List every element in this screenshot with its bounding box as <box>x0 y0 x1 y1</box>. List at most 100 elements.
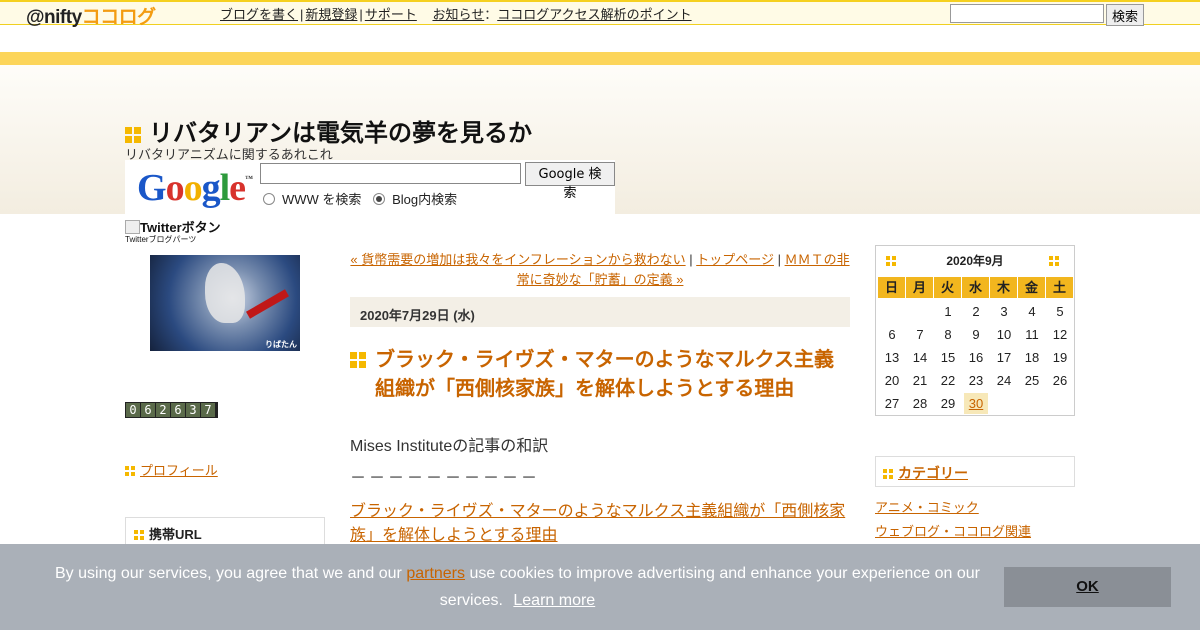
top-page-link[interactable]: トップページ <box>696 252 774 267</box>
logo-prefix: @nifty <box>26 7 82 28</box>
google-search-input[interactable] <box>260 163 521 184</box>
counter-digit: 3 <box>186 403 200 417</box>
calendar-blank <box>906 300 934 323</box>
bullet-squares-icon <box>883 469 893 479</box>
avatar-wing-shape <box>205 263 245 323</box>
radio-www[interactable] <box>263 193 275 205</box>
nav-support[interactable]: サポート <box>365 7 417 22</box>
calendar-day: 5 <box>1056 304 1064 319</box>
category-list: アニメ・コミック ウェブログ・ココログ関連 <box>875 496 1031 544</box>
search-scope: WWW を検索 Blog内検索 <box>263 189 457 208</box>
top-bar: @niftyココログ ブログを書く | 新規登録 | サポート お知らせ：ココログアクセ… <box>0 0 1200 28</box>
calendar-day: 13 <box>884 350 900 365</box>
calendar-day-link[interactable]: 30 <box>969 396 983 411</box>
google-search-button[interactable]: Google 検索 <box>525 162 615 201</box>
calendar-grid: 日月火水木金土 1 2 3 4 5 6 7 8 9 10 11 12 13 14 15 16 17 18 19 20 21… <box>878 277 1074 415</box>
calendar-next-icon[interactable] <box>1049 256 1059 266</box>
header-stripe <box>0 52 1200 65</box>
top-search-button[interactable]: 検索 <box>1106 4 1145 26</box>
nav-news[interactable]: お知らせ <box>432 7 484 22</box>
calendar-day: 28 <box>912 396 928 411</box>
post-body: Mises Instituteの記事の和訳 －－－－－－－－－－ ブラック・ライ… <box>350 436 850 548</box>
google-search-box: Google™ Google 検索 WWW を検索 Blog内検索 <box>125 160 615 214</box>
calendar-day[interactable]: 30 <box>964 393 988 414</box>
calendar-day: 2 <box>972 304 980 319</box>
category-heading-link[interactable]: カテゴリー <box>898 465 968 481</box>
calendar-day: 15 <box>940 350 956 365</box>
top-search-input[interactable] <box>950 4 1104 23</box>
counter-digit: 2 <box>156 403 170 417</box>
calendar-day: 18 <box>1024 350 1040 365</box>
calendar-day: 23 <box>968 373 984 388</box>
calendar-day: 9 <box>972 327 980 342</box>
calendar-weekday: 土 <box>1046 277 1073 298</box>
twitter-parts-label: Twitterブログパーツ <box>125 235 197 244</box>
blog-title-text: リバタリアンは電気羊の夢を見るか <box>149 120 533 147</box>
avatar-guitar-shape <box>246 289 289 319</box>
calendar-day: 12 <box>1052 327 1068 342</box>
nav-separator: | <box>773 252 785 267</box>
news-link[interactable]: ココログアクセス解析のポイント <box>497 7 691 22</box>
bullet-squares-icon <box>125 466 135 476</box>
calendar-day: 14 <box>912 350 928 365</box>
partners-link[interactable]: partners <box>406 565 465 582</box>
top-nav: ブログを書く | 新規登録 | サポート お知らせ：ココログアクセス解析のポイント <box>220 4 692 23</box>
post-intro: Mises Instituteの記事の和訳 <box>350 438 549 455</box>
calendar-day: 1 <box>944 304 952 319</box>
news-colon: ： <box>484 7 498 22</box>
calendar-day: 21 <box>912 373 928 388</box>
nav-separator: | <box>685 252 697 267</box>
post-navigation: « 貨幣需要の増加は我々をインフレーションから救わない | トップページ | Ｍ… <box>350 250 850 290</box>
calendar-weekday: 木 <box>990 277 1017 298</box>
cookie-consent-bar: By using our services, you agree that we… <box>0 544 1200 630</box>
post-title-text: ブラック・ライヴズ・マターのようなマルクス主義組織が「西側核家族」を解体しようと… <box>375 349 834 400</box>
mobile-url-heading: 携帯URL <box>149 527 202 542</box>
post-title[interactable]: ブラック・ライヴズ・マターのようなマルクス主義組織が「西側核家族」を解体しようと… <box>350 346 850 404</box>
nav-write-blog[interactable]: ブログを書く <box>220 7 298 22</box>
logo-brand: ココログ <box>81 7 157 28</box>
counter-digit: 0 <box>126 403 140 417</box>
avatar-label: りばたん <box>265 340 297 349</box>
calendar-day: 19 <box>1052 350 1068 365</box>
calendar-header: 2020年9月 <box>876 246 1074 276</box>
nav-register[interactable]: 新規登録 <box>305 7 357 22</box>
calendar-day: 11 <box>1025 327 1039 342</box>
calendar-day: 25 <box>1024 373 1040 388</box>
profile-avatar-image[interactable] <box>150 255 300 351</box>
bullet-squares-icon <box>134 530 144 540</box>
cookie-ok-button[interactable]: OK <box>1004 567 1171 607</box>
nav-separator: | <box>359 7 363 22</box>
nifty-cocolog-logo[interactable]: @niftyココログ <box>26 2 156 29</box>
calendar-day: 17 <box>996 350 1012 365</box>
title-squares-icon <box>350 352 366 368</box>
article-link[interactable]: ブラック・ライヴズ・マターのようなマルクス主義組織が「西側核家族」を解体しようと… <box>350 500 850 548</box>
category-item[interactable]: アニメ・コミック <box>875 496 1031 520</box>
learn-more-link[interactable]: Learn more <box>513 592 595 609</box>
profile-link[interactable]: プロフィール <box>140 463 218 478</box>
counter-digit: 6 <box>171 403 185 417</box>
prev-post-link[interactable]: « 貨幣需要の増加は我々をインフレーションから救わない <box>350 252 685 267</box>
post-date: 2020年7月29日 (水) <box>350 297 850 327</box>
radio-blog-label: Blog内検索 <box>392 192 458 207</box>
profile-section: プロフィール <box>125 460 218 479</box>
category-heading-box: カテゴリー <box>875 456 1075 487</box>
calendar-prev-icon[interactable] <box>886 256 896 266</box>
google-logo: Google™ <box>137 167 253 209</box>
calendar-title: 2020年9月 <box>946 254 1004 268</box>
calendar-day: 7 <box>916 327 924 342</box>
calendar-day: 16 <box>968 350 984 365</box>
radio-www-label: WWW を検索 <box>282 192 362 207</box>
calendar-day: 22 <box>940 373 956 388</box>
calendar-blank <box>878 300 906 323</box>
category-item[interactable]: ウェブログ・ココログ関連 <box>875 520 1031 544</box>
calendar: 2020年9月 日月火水木金土 1 2 3 4 5 6 7 8 9 10 11 12 13 14 15 16 17… <box>875 245 1075 416</box>
counter-digit: 7 <box>201 403 215 417</box>
calendar-day: 24 <box>996 373 1012 388</box>
blog-title[interactable]: リバタリアンは電気羊の夢を見るか <box>125 113 532 148</box>
calendar-weekday: 月 <box>906 277 933 298</box>
calendar-day: 8 <box>944 327 952 342</box>
calendar-day: 26 <box>1052 373 1068 388</box>
cookie-text-before: By using our services, you agree that we… <box>55 565 407 582</box>
radio-blog[interactable] <box>373 193 386 205</box>
google-tm: ™ <box>245 174 253 183</box>
